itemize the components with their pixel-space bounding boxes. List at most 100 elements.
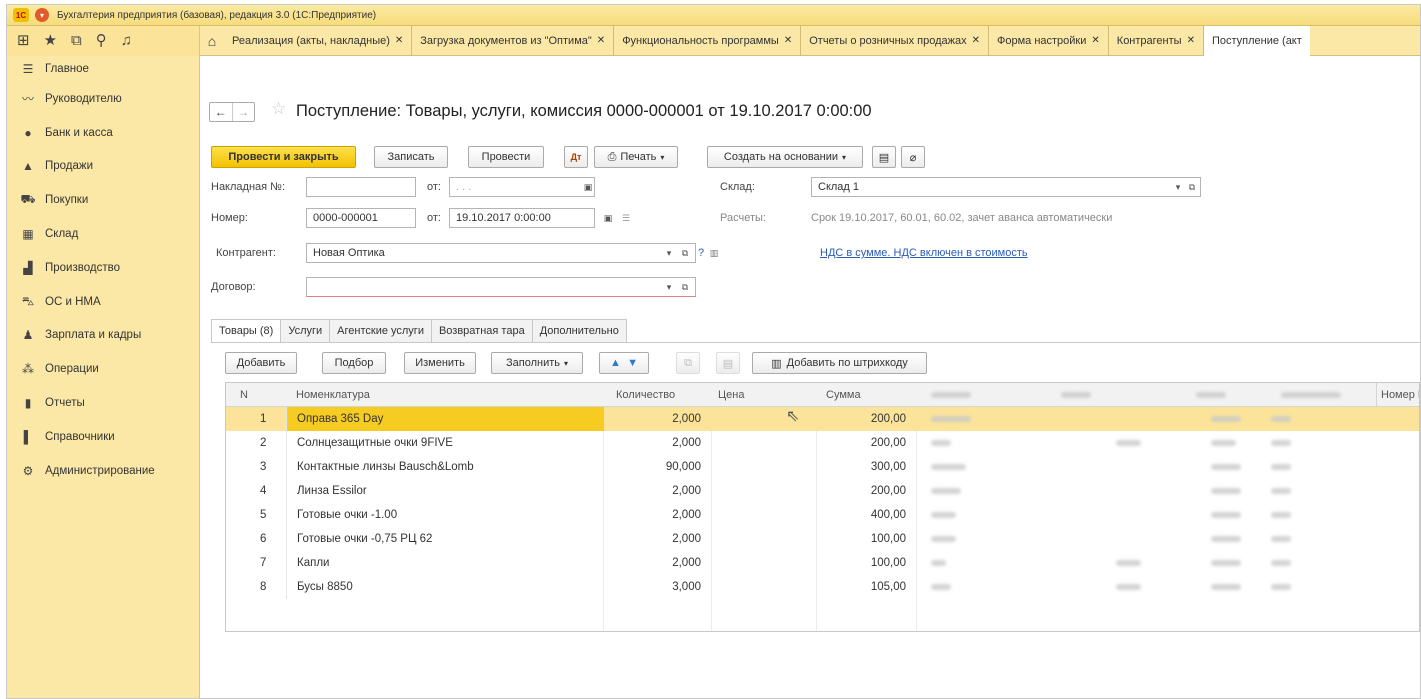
table-row[interactable]: 5 Готовые очки -1.00 2,000 400,00: [226, 503, 1419, 527]
star-icon[interactable]: ★: [44, 26, 57, 56]
row-qty[interactable]: 2,000: [656, 527, 701, 551]
table-row[interactable]: 7 Капли 2,000 100,00: [226, 551, 1419, 575]
sidebar-item-bank[interactable]: ● Банк и касса: [7, 116, 199, 150]
fill-button[interactable]: Заполнить ▾: [491, 352, 583, 374]
tab-services[interactable]: Услуги: [280, 319, 331, 342]
search-icon[interactable]: ⚲: [96, 26, 107, 56]
settlements-link[interactable]: Срок 19.10.2017, 60.01, 60.02, зачет ава…: [811, 212, 1112, 224]
close-icon[interactable]: ✕: [1091, 35, 1099, 46]
tab-receipt[interactable]: Поступление (акт: [1203, 25, 1310, 56]
add-row-button[interactable]: Добавить: [225, 352, 297, 374]
calendar-icon[interactable]: ▣: [581, 177, 595, 197]
sidebar-item-warehouse[interactable]: ▦ Склад: [7, 217, 199, 251]
tab-goods[interactable]: Товары (8): [211, 319, 282, 342]
row-sum[interactable]: 400,00: [846, 503, 906, 527]
arrow-up-icon[interactable]: ▲: [610, 357, 621, 369]
close-icon[interactable]: ✕: [597, 35, 605, 46]
col-price[interactable]: Цена: [718, 383, 744, 407]
contract-field[interactable]: [306, 277, 696, 297]
table-row[interactable]: 1 Оправа 365 Day 2,000 200,00: [226, 407, 1419, 431]
open-icon[interactable]: ⧉: [1185, 177, 1199, 197]
tab-realization[interactable]: Реализация (акты, накладные) ✕: [224, 25, 413, 56]
row-sum[interactable]: 100,00: [846, 527, 906, 551]
sidebar-item-directories[interactable]: ▌ Справочники: [7, 420, 199, 454]
row-name[interactable]: Бусы 8850: [286, 575, 604, 599]
main-menu-icon[interactable]: ▾: [35, 8, 49, 22]
col-n[interactable]: N: [240, 383, 248, 407]
vat-link[interactable]: НДС в сумме. НДС включен в стоимость: [820, 247, 1028, 259]
row-sum[interactable]: 200,00: [846, 407, 906, 431]
sidebar-item-manager[interactable]: 〰 Руководителю: [7, 82, 199, 116]
invoice-number-field[interactable]: [306, 177, 416, 197]
close-icon[interactable]: ✕: [395, 35, 403, 46]
open-icon[interactable]: ⧉: [678, 243, 692, 263]
date-field[interactable]: 19.10.2017 0:00:00: [449, 208, 595, 228]
create-based-on-button[interactable]: Создать на основании ▾: [707, 146, 863, 168]
tab-counterparties[interactable]: Контрагенты ✕: [1109, 25, 1204, 56]
table-row[interactable]: 8 Бусы 8850 3,000 105,00: [226, 575, 1419, 599]
tab-import-optima[interactable]: Загрузка документов из "Оптима" ✕: [412, 25, 615, 56]
print-button[interactable]: ⎙ Печать ▾: [594, 146, 678, 168]
row-sum[interactable]: 105,00: [846, 575, 906, 599]
tab-agent-services[interactable]: Агентские услуги: [329, 319, 432, 342]
col-gtd[interactable]: Номер Г: [1376, 383, 1419, 407]
add-by-barcode-button[interactable]: ▥ Добавить по штрихкоду: [752, 352, 927, 374]
attach-icon[interactable]: ⌀: [901, 146, 925, 168]
barcode-icon[interactable]: ▥: [707, 243, 721, 263]
back-arrow-icon[interactable]: ←: [210, 103, 232, 121]
dt-kt-icon[interactable]: Дт: [564, 146, 588, 168]
row-qty[interactable]: 2,000: [656, 551, 701, 575]
row-qty[interactable]: 2,000: [656, 407, 701, 431]
tab-settings-form[interactable]: Форма настройки ✕: [989, 25, 1109, 56]
row-qty[interactable]: 3,000: [656, 575, 701, 599]
row-qty[interactable]: 2,000: [656, 431, 701, 455]
arrow-down-icon[interactable]: ▼: [627, 357, 638, 369]
sidebar-item-admin[interactable]: ⚙ Администрирование: [7, 454, 199, 488]
row-name[interactable]: Линза Essilor: [286, 479, 604, 503]
chevron-down-icon[interactable]: ▾: [1171, 177, 1185, 197]
help-icon[interactable]: ?: [698, 247, 704, 259]
row-sum[interactable]: 300,00: [846, 455, 906, 479]
copy-icon[interactable]: ⧉: [676, 352, 700, 374]
counterparty-field[interactable]: Новая Оптика: [306, 243, 696, 263]
row-name[interactable]: Готовые очки -1.00: [286, 503, 604, 527]
row-sum[interactable]: 100,00: [846, 551, 906, 575]
table-row[interactable]: 4 Линза Essilor 2,000 200,00: [226, 479, 1419, 503]
table-row[interactable]: 2 Солнцезащитные очки 9FIVE 2,000 200,00: [226, 431, 1419, 455]
history-icon[interactable]: ⧉: [71, 26, 82, 56]
sidebar-item-sales[interactable]: ▲ Продажи: [7, 150, 199, 184]
tab-returnable-packaging[interactable]: Возвратная тара: [430, 319, 533, 342]
row-name[interactable]: Оправа 365 Day: [286, 407, 604, 431]
warehouse-field[interactable]: Склад 1: [811, 177, 1201, 197]
forward-arrow-icon[interactable]: →: [231, 103, 255, 121]
number-field[interactable]: 0000-000001: [306, 208, 416, 228]
change-button[interactable]: Изменить: [404, 352, 476, 374]
col-name[interactable]: Номенклатура: [296, 383, 370, 407]
row-name[interactable]: Капли: [286, 551, 604, 575]
row-qty[interactable]: 2,000: [656, 479, 701, 503]
close-icon[interactable]: ✕: [784, 35, 792, 46]
paste-icon[interactable]: ▤: [716, 352, 740, 374]
col-sum[interactable]: Сумма: [826, 383, 861, 407]
move-up-down-buttons[interactable]: ▲ ▼: [599, 352, 649, 374]
row-name[interactable]: Готовые очки -0,75 РЦ 62: [286, 527, 604, 551]
tab-retail-reports[interactable]: Отчеты о розничных продажах ✕: [801, 25, 989, 56]
chevron-down-icon[interactable]: ▾: [662, 277, 676, 297]
calendar-icon[interactable]: ▣: [601, 208, 615, 228]
sidebar-item-operations[interactable]: ⁂ Операции: [7, 352, 199, 386]
open-icon[interactable]: ⧉: [678, 277, 692, 297]
row-qty[interactable]: 2,000: [656, 503, 701, 527]
post-button[interactable]: Провести: [468, 146, 544, 168]
row-qty[interactable]: 90,000: [656, 455, 701, 479]
structure-icon[interactable]: ▤: [872, 146, 896, 168]
sidebar-item-main[interactable]: ☰ Главное: [7, 56, 199, 82]
sidebar-item-purchases[interactable]: ⛟ Покупки: [7, 183, 199, 217]
table-row[interactable]: 3 Контактные линзы Bausch&Lomb 90,000 30…: [226, 455, 1419, 479]
sidebar-item-production[interactable]: ▟ Производство: [7, 251, 199, 285]
bell-icon[interactable]: ♫: [121, 26, 132, 56]
tab-functionality[interactable]: Функциональность программы ✕: [614, 25, 802, 56]
select-button[interactable]: Подбор: [322, 352, 386, 374]
col-qty[interactable]: Количество: [616, 383, 675, 407]
close-icon[interactable]: ✕: [972, 35, 980, 46]
chevron-down-icon[interactable]: ▾: [662, 243, 676, 263]
